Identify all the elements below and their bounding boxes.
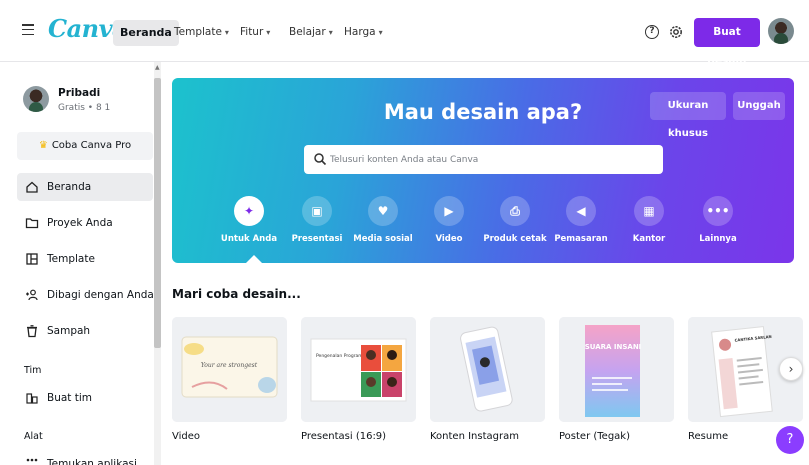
presentation-thumbnail: Pengenalan Program Baru [301,317,416,422]
category-video[interactable]: ▶ Video [414,196,484,244]
shared-users-icon [26,289,38,301]
more-dots-icon: ••• [706,204,730,218]
nav-pricing[interactable]: Harga ▾ [344,26,383,38]
template-icon [26,253,38,265]
design-card-instagram[interactable] [430,317,545,422]
nav-features[interactable]: Fitur ▾ [240,26,270,38]
sidebar-item-projects[interactable]: Proyek Anda [17,209,153,237]
avatar[interactable] [768,18,794,44]
sparkle-icon: ✦ [243,204,255,218]
briefcase-icon: ▦ [643,204,655,218]
chevron-down-icon: ▾ [328,28,333,37]
video-camera-icon: ▶ [444,204,454,218]
sidebar-item-shared[interactable]: Dibagi dengan Anda [17,281,154,309]
card-label-presentation[interactable]: Presentasi (16:9) [301,431,386,442]
custom-size-button[interactable]: Ukuran khusus [650,92,726,139]
video-thumbnail: Your are strongest [172,317,287,422]
category-marketing[interactable]: ◀ Pemasaran [546,196,616,244]
category-print-products[interactable]: ⎙ Produk cetak [480,196,550,244]
nav-home-button[interactable]: Beranda [113,20,179,46]
search-icon [314,153,327,166]
apps-grid-icon [26,458,38,462]
help-fab-button[interactable]: ? [776,426,804,454]
sidebar: Pribadi Gratis • 8 1 ♛ Coba Canva Pro Ber… [0,62,163,465]
search-input[interactable] [330,145,650,174]
card-label-instagram[interactable]: Konten Instagram [430,431,519,442]
sidebar-item-template[interactable]: Template [17,245,153,273]
heart-icon: ♥ [377,204,389,218]
nav-template[interactable]: Template ▾ [174,26,229,38]
sidebar-item-home[interactable]: Beranda [17,173,153,201]
help-icon[interactable]: ? [645,25,659,39]
sidebar-item-create-team[interactable]: Buat tim [17,384,153,412]
card-label-resume[interactable]: Resume [688,431,728,442]
poster-thumbnail: SUARA INSANI [559,317,674,422]
create-design-button[interactable]: Buat desain [694,18,760,67]
category-more[interactable]: ••• Lainnya [683,196,753,244]
sidebar-section-team: Tim [24,365,42,376]
avatar[interactable] [23,86,49,112]
gear-icon[interactable] [668,24,684,40]
design-card-video[interactable]: Your are strongest [172,317,287,422]
profile-plan: Gratis • 8 1 [58,103,111,113]
printer-icon: ⎙ [510,204,520,218]
category-for-you[interactable]: ✦ Untuk Anda [214,196,284,244]
sidebar-scroll-thumb[interactable] [154,78,161,348]
profile-name[interactable]: Pribadi [58,87,100,99]
sidebar-item-apps[interactable]: Temukan aplikasi [17,450,153,465]
crown-icon: ♛ [38,140,48,151]
chevron-right-icon: › [788,362,794,376]
scroll-up-icon[interactable]: ▲ [155,64,160,71]
nav-learn[interactable]: Belajar ▾ [289,26,333,38]
hamburger-menu-icon[interactable] [22,24,34,36]
poster-art-text: SUARA INSANI [585,343,642,351]
card-label-poster[interactable]: Poster (Tegak) [559,431,630,442]
presentation-icon: ▣ [311,204,323,218]
hero-banner: Mau desain apa? Ukuran khusus Unggah ✦ U… [172,78,794,263]
sidebar-section-tools: Alat [24,431,43,442]
sidebar-item-trash[interactable]: Sampah [17,317,153,345]
category-social-media[interactable]: ♥ Media sosial [348,196,418,244]
instagram-thumbnail [430,317,545,422]
chevron-down-icon: ▾ [378,28,383,37]
try-pro-button[interactable]: ♛ Coba Canva Pro [17,132,153,160]
category-presentation[interactable]: ▣ Presentasi [282,196,352,244]
search-box[interactable] [304,145,663,174]
home-icon [26,181,38,193]
carousel-next-button[interactable]: › [779,357,803,381]
trash-icon [27,325,37,338]
chevron-down-icon: ▾ [266,28,271,37]
chevron-down-icon: ▾ [224,28,229,37]
try-design-title: Mari coba desain... [172,287,301,301]
design-card-poster[interactable]: SUARA INSANI [559,317,674,422]
folder-icon [25,218,39,229]
video-art-text: Your are strongest [201,362,258,369]
megaphone-icon: ◀ [576,204,586,218]
upload-button[interactable]: Unggah [733,92,785,120]
team-icon [26,393,38,404]
card-label-video[interactable]: Video [172,431,200,442]
selected-category-pointer [246,255,262,263]
category-office[interactable]: ▦ Kantor [614,196,684,244]
design-card-presentation[interactable]: Pengenalan Program Baru [301,317,416,422]
